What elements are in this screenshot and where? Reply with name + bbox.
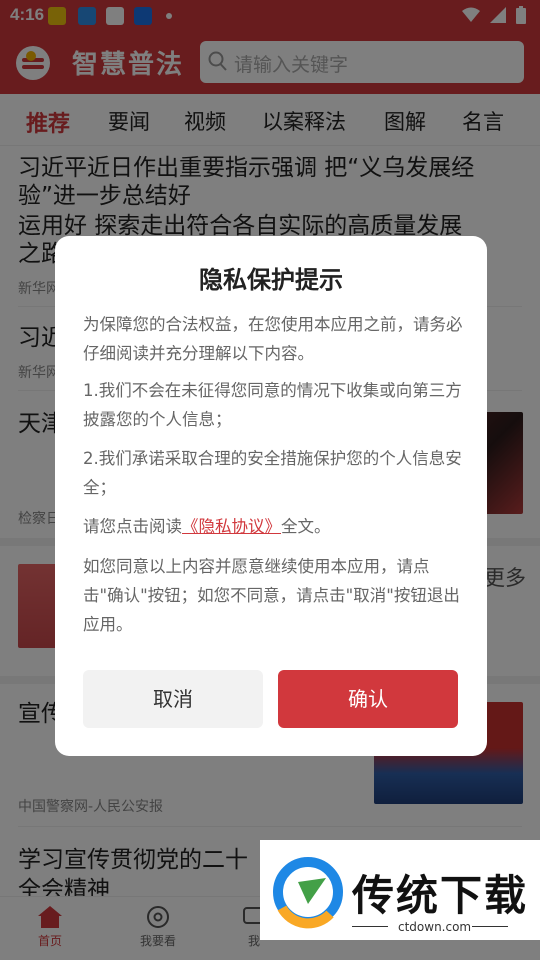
cancel-button[interactable]: 取消 xyxy=(83,670,263,728)
watermark: 传统下载 ctdown.com xyxy=(260,840,540,940)
privacy-policy-link[interactable]: 《隐私协议》 xyxy=(182,517,281,536)
dialog-paragraph: 为保障您的合法权益，在您使用本应用之前，请务必仔细阅读并充分理解以下内容。 xyxy=(83,315,463,363)
dialog-paragraph: 如您同意以上内容并愿意继续使用本应用，请点击"确认"按钮；如您不同意，请点击"取… xyxy=(83,557,460,634)
dialog-title: 隐私保护提示 xyxy=(199,266,343,294)
privacy-dialog: 隐私保护提示 为保障您的合法权益，在您使用本应用之前，请务必仔细阅读并充分理解以… xyxy=(55,236,487,756)
dialog-paragraph: 1.我们不会在未征得您同意的情况下收集或向第三方披露您的个人信息； xyxy=(83,381,462,429)
link-suffix: 全文。 xyxy=(281,517,331,536)
watermark-text: 传统下载 xyxy=(352,871,529,920)
divider xyxy=(472,926,508,927)
divider xyxy=(352,926,388,927)
confirm-button[interactable]: 确认 xyxy=(278,670,458,728)
watermark-url: ctdown.com xyxy=(398,920,472,934)
dialog-paragraph: 2.我们承诺采取合理的安全措施保护您的个人信息安全； xyxy=(83,449,462,497)
watermark-logo-icon xyxy=(273,857,343,929)
dialog-paragraph-link: 请您点击阅读《隐私协议》全文。 xyxy=(83,512,463,541)
link-prefix: 请您点击阅读 xyxy=(83,517,182,536)
